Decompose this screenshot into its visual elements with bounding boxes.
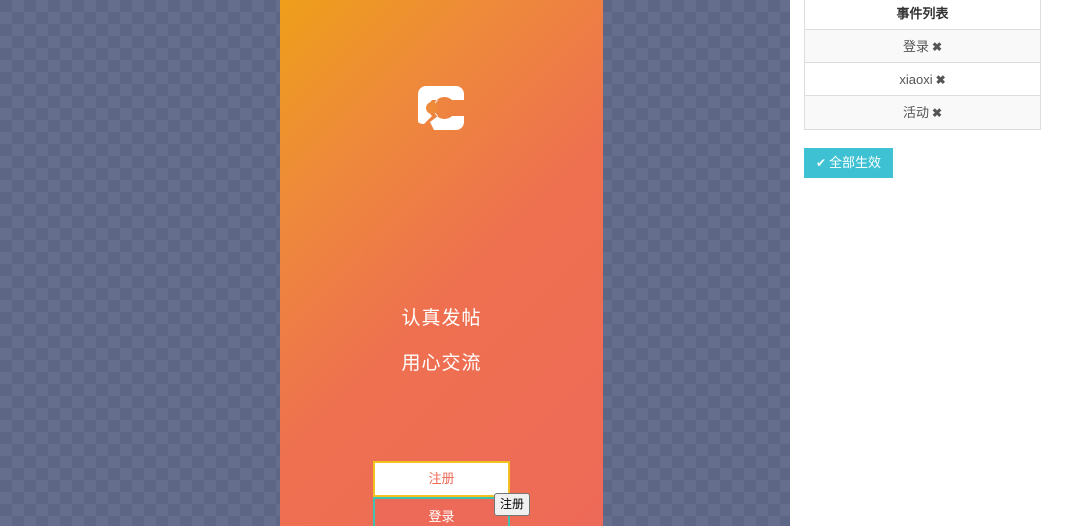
slogan-line-2: 用心交流 <box>401 352 482 374</box>
event-item-label: 登录 <box>902 39 929 54</box>
close-icon[interactable]: ✖ <box>932 31 942 64</box>
close-icon[interactable]: ✖ <box>936 64 946 97</box>
login-button[interactable]: 登录 <box>373 497 510 526</box>
apply-all-button[interactable]: ✔ 全部生效 <box>804 148 893 178</box>
slogan-line-1: 认真发帖 <box>401 307 482 329</box>
event-list-panel: 事件列表 登录 ✖ xiaoxi ✖ 活动 ✖ <box>804 0 1041 130</box>
event-list-header: 事件列表 <box>805 0 1040 30</box>
apply-all-label: 全部生效 <box>829 155 882 170</box>
chat-logo-icon <box>418 86 464 130</box>
event-item-label: xiaoxi <box>899 72 933 87</box>
register-button[interactable]: 注册 <box>373 461 510 497</box>
design-canvas: 认真发帖 用心交流 注册 登录 注册 <box>0 0 790 526</box>
register-tooltip: 注册 <box>494 493 531 516</box>
event-item[interactable]: 活动 ✖ <box>805 96 1040 129</box>
close-icon[interactable]: ✖ <box>932 97 942 130</box>
check-icon: ✔ <box>815 156 827 170</box>
event-item-label: 活动 <box>902 105 929 120</box>
phone-preview: 认真发帖 用心交流 注册 登录 <box>280 0 603 526</box>
event-item[interactable]: xiaoxi ✖ <box>805 63 1040 96</box>
event-item[interactable]: 登录 ✖ <box>805 30 1040 63</box>
